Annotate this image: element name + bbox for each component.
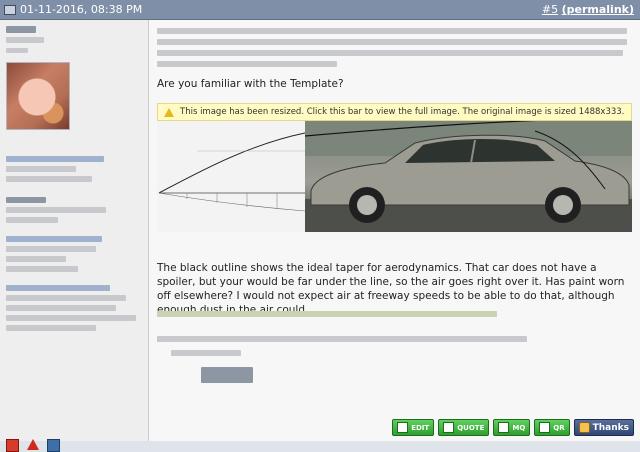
user-info-blur-2 [6,166,76,172]
user-info-blur-8 [6,246,96,252]
edit-icon [397,422,409,433]
post-action-buttons: EDIT QUOTE MQ QR Thanks [392,419,634,436]
user-sidebar [0,20,149,452]
post-number-link[interactable]: #5 [542,3,558,16]
multi-quote-icon [498,422,510,433]
user-info-blur-13 [6,305,116,311]
post-number-area: #5 (permalink) [542,0,634,19]
edit-button[interactable]: EDIT [392,419,435,436]
thanks-button-label: Thanks [592,422,629,433]
signature-badge-blur [201,367,253,383]
quote-button[interactable]: QUOTE [438,419,490,436]
mq-button-label: MQ [512,423,526,432]
user-info-blur-9 [6,256,66,262]
post-header: 01-11-2016, 08:38 PM #5 (permalink) [0,0,640,20]
thanks-hand-icon [578,422,590,433]
quote-text-blur-3 [157,50,623,56]
car-photo [305,121,632,232]
signature-blur-1 [157,311,497,317]
quick-reply-button[interactable]: QR [534,419,570,436]
quote-text-blur-1 [157,28,627,34]
quote-button-label: QUOTE [457,423,485,432]
warning-triangle-icon [164,107,174,117]
user-avatar[interactable] [6,62,70,130]
thanks-button[interactable]: Thanks [573,419,634,436]
quick-reply-icon [539,422,551,433]
username-blur [6,26,36,33]
post-body-text: The black outline shows the ideal taper … [157,262,625,316]
user-rank-blur [6,48,28,53]
user-info-blur-5 [6,207,106,213]
user-info-blur-12 [6,295,126,301]
image-resize-bar[interactable]: This image has been resized. Click this … [157,103,632,121]
question-text: Are you familiar with the Template? [157,78,344,90]
signature-blur-3 [171,350,241,356]
quote-text-blur-4 [157,61,337,67]
user-info-blur-3 [6,176,92,182]
user-info-blur-4 [6,197,46,203]
qr-button-label: QR [553,423,565,432]
user-info-blur-11 [6,285,110,291]
quote-text-blur-2 [157,39,627,45]
quote-icon [443,422,455,433]
edit-button-label: EDIT [411,423,430,432]
user-info-blur-15 [6,325,96,331]
post-icon [4,4,16,15]
post-image[interactable] [157,121,632,232]
post-date-text: 01-11-2016, 08:38 PM [20,3,143,16]
user-info-blur-14 [6,315,136,321]
post-date: 01-11-2016, 08:38 PM [4,0,142,19]
taper-template-drawing [157,121,306,232]
user-info-blur-10 [6,266,78,272]
user-info-blur-1 [6,156,104,162]
resize-notice-text: This image has been resized. Click this … [180,107,625,117]
user-info-blur-6 [6,217,58,223]
user-info-blur-7 [6,236,102,242]
signature-blur-2 [157,336,527,342]
permalink-link[interactable]: (permalink) [562,3,634,16]
user-title-blur [6,37,44,43]
multi-quote-button[interactable]: MQ [493,419,531,436]
